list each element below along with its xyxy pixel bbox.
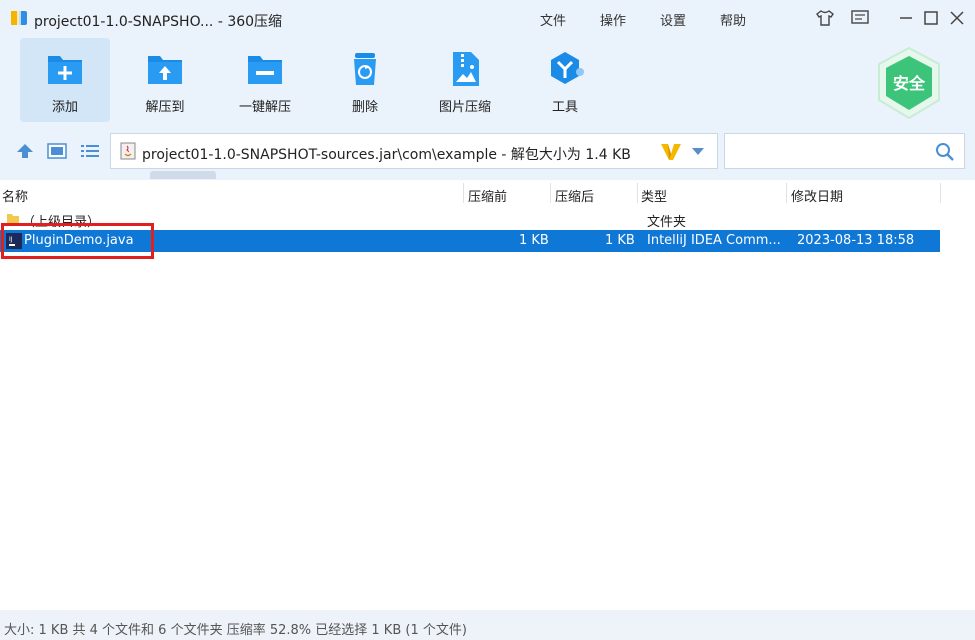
jar-file-icon <box>120 142 136 160</box>
window-title: project01-1.0-SNAPSHO... - 360压缩 <box>34 14 283 30</box>
image-compress-button[interactable]: 图片压缩 <box>420 38 510 122</box>
address-path: project01-1.0-SNAPSHOT-sources.jar\com\e… <box>142 147 631 163</box>
chevron-down-icon[interactable] <box>691 147 705 157</box>
one-click-extract-button[interactable]: 一键解压 <box>220 38 310 122</box>
add-label: 添加 <box>51 100 78 115</box>
skin-shirt-icon[interactable] <box>815 9 835 27</box>
extract-icon <box>148 56 182 84</box>
column-name[interactable]: 名称 <box>2 186 28 205</box>
image-compress-icon <box>453 52 479 86</box>
minimize-icon[interactable] <box>896 9 916 27</box>
column-divider[interactable] <box>550 183 551 203</box>
tools-icon <box>551 52 584 84</box>
v-vip-icon[interactable] <box>659 142 683 162</box>
maximize-icon[interactable] <box>921 9 941 27</box>
column-type[interactable]: 类型 <box>641 186 667 205</box>
column-divider[interactable] <box>786 183 787 203</box>
one-click-extract-icon <box>248 56 282 84</box>
close-icon[interactable] <box>947 9 967 27</box>
security-label: 安全 <box>893 74 926 93</box>
scroll-tab <box>150 171 216 179</box>
feedback-icon[interactable] <box>850 9 870 27</box>
list-header: 名称 压缩前 压缩后 类型 修改日期 <box>0 180 975 206</box>
highlight-box <box>1 223 154 259</box>
menu-help[interactable]: 帮助 <box>720 10 746 29</box>
column-divider[interactable] <box>463 183 464 203</box>
app-archive-icon <box>11 11 27 25</box>
search-box[interactable] <box>724 133 965 169</box>
up-arrow-icon[interactable] <box>16 143 34 159</box>
main-toolbar: 添加 解压到 一键解压 删除 图片压缩 工具 <box>0 36 975 124</box>
extract-to-button[interactable]: 解压到 <box>120 38 210 122</box>
column-divider[interactable] <box>637 183 638 203</box>
delete-icon <box>354 53 376 85</box>
column-modified-date[interactable]: 修改日期 <box>791 186 843 205</box>
search-icon[interactable] <box>935 142 955 162</box>
security-badge-icon[interactable]: 安全 <box>876 46 942 120</box>
menu-file[interactable]: 文件 <box>540 10 566 29</box>
column-after-size[interactable]: 压缩后 <box>555 186 594 205</box>
thumbnail-view-icon[interactable] <box>47 143 67 159</box>
file-type: IntelliJ IDEA Comm... <box>647 233 781 248</box>
one-click-extract-label: 一键解压 <box>238 100 291 115</box>
menu-settings[interactable]: 设置 <box>660 10 686 29</box>
list-view-icon[interactable] <box>80 143 100 159</box>
title-bar: project01-1.0-SNAPSHO... - 360压缩 文件 操作 设… <box>0 0 975 36</box>
delete-label: 删除 <box>351 100 378 115</box>
size-before: 1 KB <box>519 233 549 248</box>
column-divider[interactable] <box>940 183 941 203</box>
column-before-size[interactable]: 压缩前 <box>468 186 507 205</box>
address-bar[interactable]: project01-1.0-SNAPSHOT-sources.jar\com\e… <box>110 133 718 169</box>
file-type: 文件夹 <box>647 215 687 230</box>
modified-date: 2023-08-13 18:58 <box>797 233 915 248</box>
tools-button[interactable]: 工具 <box>520 38 610 122</box>
add-button[interactable]: 添加 <box>20 38 110 122</box>
delete-button[interactable]: 删除 <box>320 38 410 122</box>
menu-operation[interactable]: 操作 <box>600 10 626 29</box>
size-after: 1 KB <box>605 233 635 248</box>
image-compress-label: 图片压缩 <box>438 100 491 115</box>
status-bar: 大小: 1 KB 共 4 个文件和 6 个文件夹 压缩率 52.8% 已经选择 … <box>0 610 975 640</box>
extract-to-label: 解压到 <box>145 100 185 115</box>
add-icon <box>48 56 82 84</box>
tools-label: 工具 <box>551 100 578 115</box>
status-text: 大小: 1 KB 共 4 个文件和 6 个文件夹 压缩率 52.8% 已经选择 … <box>4 623 467 638</box>
